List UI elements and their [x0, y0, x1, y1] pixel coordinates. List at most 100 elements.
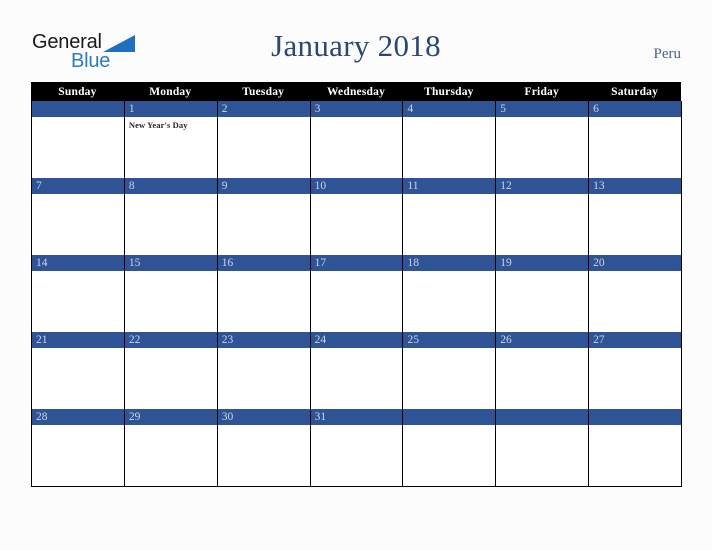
day-number-band: 2 — [217, 101, 310, 117]
day-events — [311, 271, 403, 332]
country-label: Peru — [653, 46, 682, 62]
day-number: 22 — [128, 334, 141, 346]
day-events — [32, 425, 124, 486]
page-title: January 2018 — [271, 28, 441, 63]
day-events — [403, 348, 495, 409]
day-number: 20 — [593, 257, 605, 269]
weekday-header-tuesday: Tuesday — [242, 85, 285, 98]
day-events — [496, 117, 588, 178]
day-number: 13 — [593, 180, 605, 192]
calendar-day-cell[interactable]: 3 — [310, 101, 404, 178]
day-events — [32, 194, 124, 255]
day-number: 24 — [314, 334, 327, 346]
day-number-band: 25 — [403, 332, 496, 348]
calendar-day-cell[interactable]: 22 — [124, 332, 218, 409]
day-number: 27 — [593, 334, 605, 346]
weekday-header-sunday: Sunday — [58, 85, 97, 98]
calendar-week-row: 21 22 23 24 25 26 27 — [31, 332, 683, 409]
day-number: 29 — [128, 411, 141, 423]
calendar-day-cell[interactable]: 23 — [217, 332, 311, 409]
day-events — [311, 194, 403, 255]
calendar-day-cell[interactable] — [32, 101, 125, 178]
calendar-day-cell[interactable]: 27 — [589, 332, 683, 409]
day-number-band: 16 — [217, 255, 310, 271]
day-number: 19 — [500, 257, 512, 269]
day-events — [125, 425, 217, 486]
weekday-header-wednesday: Wednesday — [326, 85, 386, 98]
day-number-band: 31 — [310, 409, 403, 425]
day-number-band: 11 — [403, 178, 496, 194]
calendar-day-cell[interactable]: 26 — [496, 332, 590, 409]
day-number-band: 3 — [310, 101, 403, 117]
day-number-band: 1 — [124, 101, 217, 117]
day-number-band: 29 — [124, 409, 217, 425]
calendar-day-cell[interactable]: 21 — [32, 332, 125, 409]
day-number: 3 — [314, 103, 321, 115]
calendar-week-row: 7 8 9 10 11 12 13 — [31, 178, 683, 255]
calendar-day-cell[interactable]: 1 New Year's Day — [124, 101, 218, 178]
calendar-day-cell[interactable]: 17 — [310, 255, 404, 332]
calendar-day-cell[interactable]: 7 — [32, 178, 125, 255]
calendar-day-cell[interactable]: 29 — [124, 409, 218, 486]
day-number-band — [403, 409, 496, 425]
calendar-day-cell[interactable]: 16 — [217, 255, 311, 332]
calendar-week-row: 14 15 16 17 18 19 20 — [31, 255, 683, 332]
calendar-day-cell[interactable]: 4 — [403, 101, 497, 178]
calendar-day-cell[interactable]: 31 — [310, 409, 404, 486]
day-number: 12 — [500, 180, 512, 192]
calendar-day-cell[interactable]: 20 — [589, 255, 683, 332]
day-number-band: 30 — [217, 409, 310, 425]
calendar-day-cell[interactable]: 14 — [32, 255, 125, 332]
calendar-day-cell[interactable]: 2 — [217, 101, 311, 178]
day-events — [218, 194, 310, 255]
day-events — [403, 194, 495, 255]
day-events — [218, 425, 310, 486]
calendar-day-cell[interactable]: 24 — [310, 332, 404, 409]
weekday-header-thursday: Thursday — [424, 85, 474, 98]
calendar-day-cell[interactable]: 15 — [124, 255, 218, 332]
day-events — [496, 348, 588, 409]
day-number: 5 — [500, 103, 507, 115]
calendar-day-cell[interactable]: 5 — [496, 101, 590, 178]
calendar-day-cell[interactable]: 9 — [217, 178, 311, 255]
day-number: 23 — [221, 334, 234, 346]
day-events — [125, 194, 217, 255]
calendar-week-row: 28 29 30 31 — [31, 409, 683, 487]
day-number-band: 6 — [589, 101, 682, 117]
day-number-band: 4 — [403, 101, 496, 117]
calendar-day-cell[interactable]: 10 — [310, 178, 404, 255]
calendar-day-cell[interactable]: 6 — [589, 101, 683, 178]
day-number-band: 23 — [217, 332, 310, 348]
calendar-day-cell[interactable] — [496, 409, 590, 486]
calendar-day-cell[interactable]: 11 — [403, 178, 497, 255]
calendar-day-cell[interactable]: 25 — [403, 332, 497, 409]
day-number: 26 — [500, 334, 512, 346]
calendar-week-row: 1 New Year's Day 2 3 4 5 6 — [31, 101, 683, 178]
day-number: 11 — [407, 180, 419, 192]
calendar-day-cell[interactable] — [589, 409, 683, 486]
day-number: 6 — [593, 103, 599, 115]
day-number-band: 12 — [496, 178, 589, 194]
calendar-day-cell[interactable]: 12 — [496, 178, 590, 255]
day-number-band: 24 — [310, 332, 403, 348]
calendar-day-cell[interactable]: 8 — [124, 178, 218, 255]
day-events — [311, 348, 403, 409]
day-events — [496, 425, 588, 486]
day-events — [403, 271, 495, 332]
day-events — [32, 348, 124, 409]
calendar-day-cell[interactable]: 30 — [217, 409, 311, 486]
weekday-header-saturday: Saturday — [611, 85, 659, 98]
day-number-band: 20 — [589, 255, 682, 271]
calendar-day-cell[interactable]: 19 — [496, 255, 590, 332]
day-events — [218, 271, 310, 332]
day-number: 9 — [221, 180, 228, 192]
day-number: 28 — [36, 411, 48, 423]
calendar-day-cell[interactable]: 28 — [32, 409, 125, 486]
calendar-day-cell[interactable]: 13 — [589, 178, 683, 255]
day-number-band: 8 — [124, 178, 217, 194]
calendar-day-cell[interactable] — [403, 409, 497, 486]
calendar-day-cell[interactable]: 18 — [403, 255, 497, 332]
day-number-band — [496, 409, 589, 425]
day-number: 15 — [128, 257, 141, 269]
day-events — [589, 117, 681, 178]
